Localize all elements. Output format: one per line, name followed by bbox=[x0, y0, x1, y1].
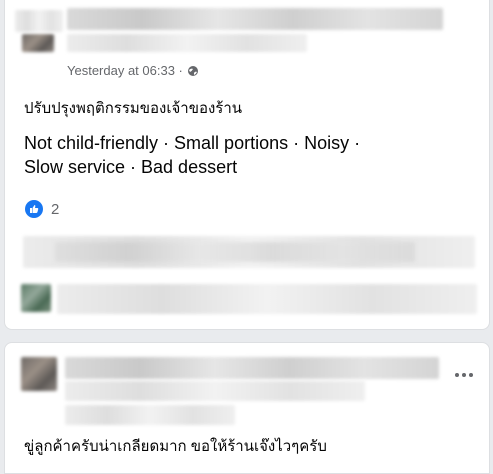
post-timestamp[interactable]: Yesterday at 06:33 · bbox=[67, 63, 183, 78]
action-bar-overlay bbox=[55, 242, 415, 262]
post-tags: Not child-friendly · Small portions · No… bbox=[24, 131, 464, 179]
author-avatar[interactable] bbox=[22, 34, 54, 52]
tags-line-1: Not child-friendly · Small portions · No… bbox=[24, 133, 361, 153]
reaction-summary[interactable]: 2 bbox=[25, 200, 59, 218]
commenter-subtitle bbox=[65, 381, 365, 401]
commenter-avatar[interactable] bbox=[21, 357, 57, 391]
reaction-count: 2 bbox=[51, 200, 60, 218]
post-card: Yesterday at 06:33 · ปรับปรุงพฤติกรรมของ… bbox=[4, 0, 490, 330]
comment-text: ขู่ลูกค้าครับน่าเกลียดมาก ขอให้ร้านเจ๊งไ… bbox=[24, 438, 327, 455]
comment-card: ขู่ลูกค้าครับน่าเกลียดมาก ขอให้ร้านเจ๊งไ… bbox=[4, 342, 490, 474]
commenter-name[interactable] bbox=[65, 357, 439, 379]
globe-icon bbox=[187, 65, 199, 77]
commenter-badge bbox=[65, 405, 235, 425]
author-name[interactable] bbox=[67, 8, 443, 30]
comment-composer[interactable] bbox=[57, 284, 477, 314]
author-subtitle bbox=[67, 34, 307, 52]
composer-avatar bbox=[21, 284, 51, 312]
tags-line-2: Slow service · Bad dessert bbox=[24, 157, 238, 177]
post-meta: Yesterday at 06:33 · bbox=[67, 63, 199, 78]
author-avatar-top bbox=[15, 10, 63, 32]
post-title: ปรับปรุงพฤติกรรมของเจ้าของร้าน bbox=[24, 100, 243, 117]
like-icon bbox=[25, 200, 43, 218]
more-options-icon[interactable] bbox=[455, 373, 473, 377]
